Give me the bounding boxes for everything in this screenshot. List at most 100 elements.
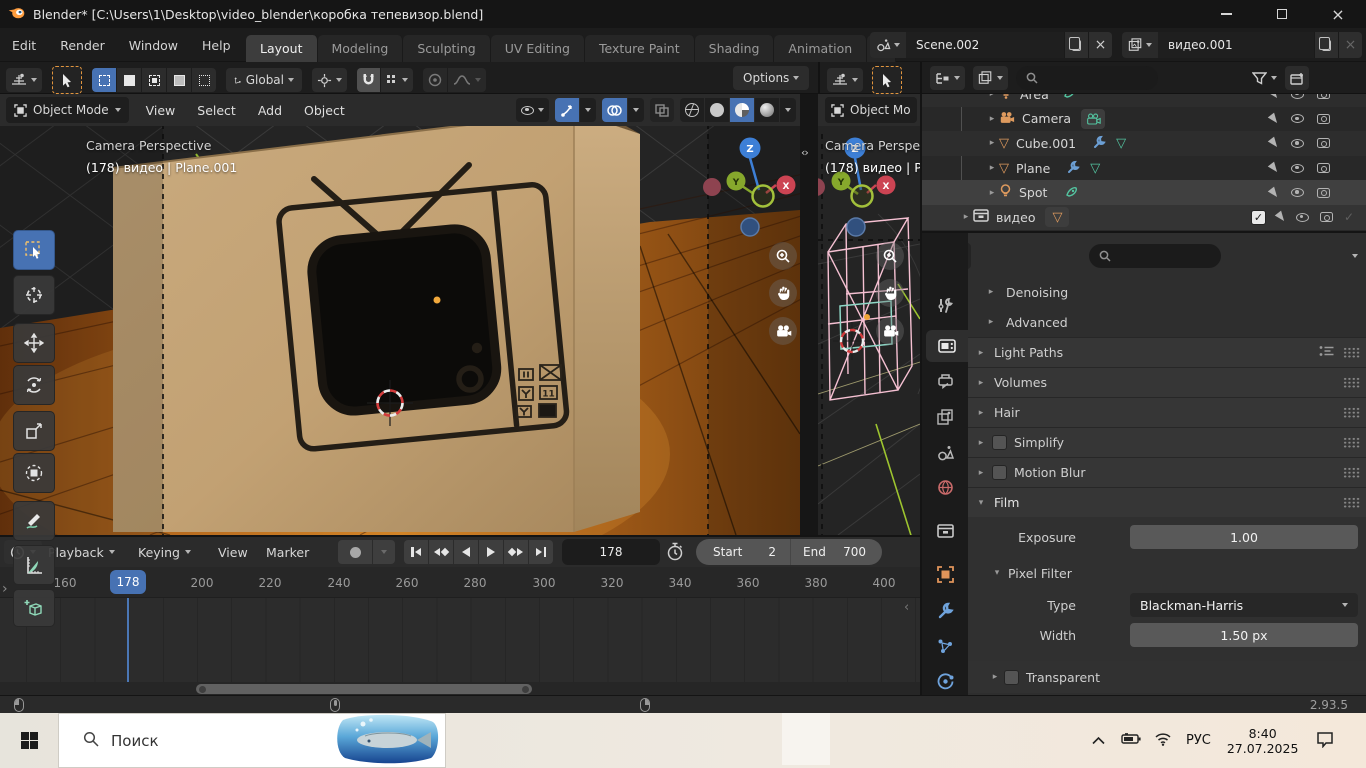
exposure-slider[interactable]: 1.00 — [1130, 525, 1358, 549]
transform-orientation-dropdown[interactable]: Global — [226, 68, 302, 92]
preset-list-icon[interactable] — [1319, 345, 1334, 360]
auto-keying-toggle[interactable] — [338, 540, 372, 564]
close-button[interactable]: × — [1310, 0, 1366, 28]
use-preview-range-toggle[interactable] — [666, 542, 684, 564]
scene-selector[interactable]: Scene.002 × — [870, 32, 1112, 58]
playhead-line[interactable] — [127, 598, 129, 682]
indirect-only-icon[interactable]: ✓ — [1344, 210, 1354, 224]
tray-chevron-icon[interactable] — [1092, 734, 1105, 748]
scene-name[interactable]: Scene.002 — [906, 32, 1064, 58]
tab-layout[interactable]: Layout — [246, 35, 318, 62]
object-mode-dropdown[interactable]: Object Mode — [6, 97, 129, 123]
drag-grip-icon[interactable] — [1343, 497, 1360, 508]
tool-rotate[interactable] — [13, 365, 55, 405]
menu-edit[interactable]: Edit — [0, 28, 48, 62]
select-mode-invert[interactable] — [167, 68, 191, 92]
next-keyframe-button[interactable] — [504, 540, 528, 564]
transparent-checkbox[interactable] — [1004, 670, 1019, 685]
gizmos-dropdown[interactable] — [580, 98, 596, 122]
panel-advanced[interactable]: ▸Advanced — [968, 307, 1366, 337]
hide-icon[interactable] — [1291, 164, 1304, 173]
tab-world[interactable] — [922, 471, 968, 503]
viewport2-pan-button[interactable] — [876, 279, 904, 307]
viewport2-active-tool-select-box[interactable] — [872, 66, 902, 94]
play-button[interactable] — [479, 540, 503, 564]
viewport-menu-object[interactable]: Object — [293, 103, 356, 118]
overlays-toggle[interactable] — [602, 98, 627, 122]
playhead-frame-badge[interactable]: 178 — [110, 570, 146, 594]
tool-move[interactable] — [13, 323, 55, 363]
tool-add-cube[interactable] — [13, 589, 55, 627]
mesh-data-icon[interactable]: ▽ — [1116, 136, 1126, 151]
light-data-icon[interactable] — [1065, 185, 1078, 201]
select-mode-subtract[interactable] — [142, 68, 166, 92]
shading-solid-button[interactable] — [705, 98, 729, 122]
maximize-button[interactable] — [1254, 0, 1310, 28]
outliner-row-plane[interactable]: ▸ ▽ Plane ▽ — [922, 156, 1366, 181]
jump-to-start-button[interactable] — [404, 540, 428, 564]
xray-toggle[interactable] — [650, 98, 674, 122]
pan-button[interactable] — [769, 279, 797, 307]
viewport-menu-select[interactable]: Select — [186, 103, 247, 118]
selectable-icon[interactable] — [1268, 186, 1280, 199]
pixel-filter-subpanel[interactable]: ▾Pixel Filter — [968, 557, 1366, 589]
menu-render[interactable]: Render — [48, 28, 117, 62]
editor-type-dropdown[interactable] — [6, 68, 42, 92]
outliner-row-camera[interactable]: ▸ Camera — [922, 107, 1366, 132]
view-layer-remove-button[interactable]: × — [1338, 32, 1362, 58]
keying-set-dropdown[interactable] — [373, 540, 395, 564]
gizmos-toggle[interactable] — [555, 98, 579, 122]
transparent-subpanel[interactable]: ▸ Transparent — [968, 661, 1366, 693]
timeline-menu-view[interactable]: View — [218, 537, 248, 567]
timeline-ruler[interactable]: 160 200 220 240 260 280 300 320 340 360 … — [0, 567, 920, 598]
tab-modeling[interactable]: Modeling — [318, 35, 404, 62]
tool-transform[interactable] — [13, 453, 55, 493]
hide-icon[interactable] — [1291, 139, 1304, 148]
hide-icon[interactable] — [1296, 213, 1309, 222]
selectable-icon[interactable] — [1268, 94, 1280, 101]
tool-select-box[interactable] — [13, 230, 55, 270]
panel-motion-blur[interactable]: ▸Motion Blur — [968, 457, 1366, 487]
viewport2-object-mode-dropdown[interactable]: Object Mo — [825, 97, 917, 123]
overlays-dropdown[interactable] — [628, 98, 644, 122]
options-dropdown[interactable]: Options — [733, 66, 809, 90]
panel-light-paths[interactable]: ▸Light Paths — [968, 337, 1366, 367]
drag-grip-icon[interactable] — [1343, 347, 1360, 358]
hide-icon[interactable] — [1291, 114, 1304, 123]
tab-animation[interactable]: Animation — [774, 35, 867, 62]
jump-to-end-button[interactable] — [529, 540, 553, 564]
outliner-filter-type-dropdown[interactable] — [973, 66, 1008, 90]
shading-material-button[interactable] — [730, 98, 754, 122]
timeline-channels[interactable] — [0, 598, 920, 682]
prev-keyframe-button[interactable] — [429, 540, 453, 564]
properties-search-input[interactable] — [1089, 244, 1221, 268]
clock[interactable]: 8:40 27.07.2025 — [1227, 726, 1299, 756]
simplify-checkbox[interactable] — [992, 435, 1007, 450]
tab-texture-paint[interactable]: Texture Paint — [585, 35, 695, 62]
tab-uv-editing[interactable]: UV Editing — [491, 35, 585, 62]
viewport2[interactable]: Object Mo Camera Perspe (178) видео | P … — [818, 94, 920, 535]
end-frame-field[interactable]: End700 — [791, 545, 882, 559]
select-mode-intersect[interactable] — [192, 68, 216, 92]
outliner-row-video-collection[interactable]: ▸ видео ▽ ✓ ✓ — [922, 205, 1366, 230]
mesh-data-icon[interactable]: ▽ — [1090, 161, 1100, 176]
panel-simplify[interactable]: ▸Simplify — [968, 427, 1366, 457]
viewport-splitter[interactable]: ‹› — [800, 94, 818, 535]
outliner-display-mode-dropdown[interactable] — [930, 66, 965, 90]
zoom-button[interactable] — [769, 242, 797, 270]
viewport-menu-add[interactable]: Add — [247, 103, 293, 118]
camera-data-icon[interactable] — [1081, 109, 1105, 129]
camera-view-button[interactable] — [769, 317, 797, 345]
play-reverse-button[interactable] — [454, 540, 478, 564]
tab-output[interactable] — [922, 365, 968, 397]
tool-annotate[interactable] — [13, 501, 55, 541]
tab-sculpting[interactable]: Sculpting — [403, 35, 490, 62]
search-highlight-image[interactable] — [335, 714, 441, 767]
tab-render[interactable] — [926, 330, 968, 362]
active-tool-select-box[interactable] — [52, 66, 82, 94]
drag-grip-icon[interactable] — [1343, 437, 1360, 448]
selectable-icon[interactable] — [1275, 211, 1287, 224]
tool-scale[interactable] — [13, 411, 55, 451]
tab-view-layer[interactable] — [922, 401, 968, 433]
render-visibility-icon[interactable] — [1317, 188, 1330, 198]
